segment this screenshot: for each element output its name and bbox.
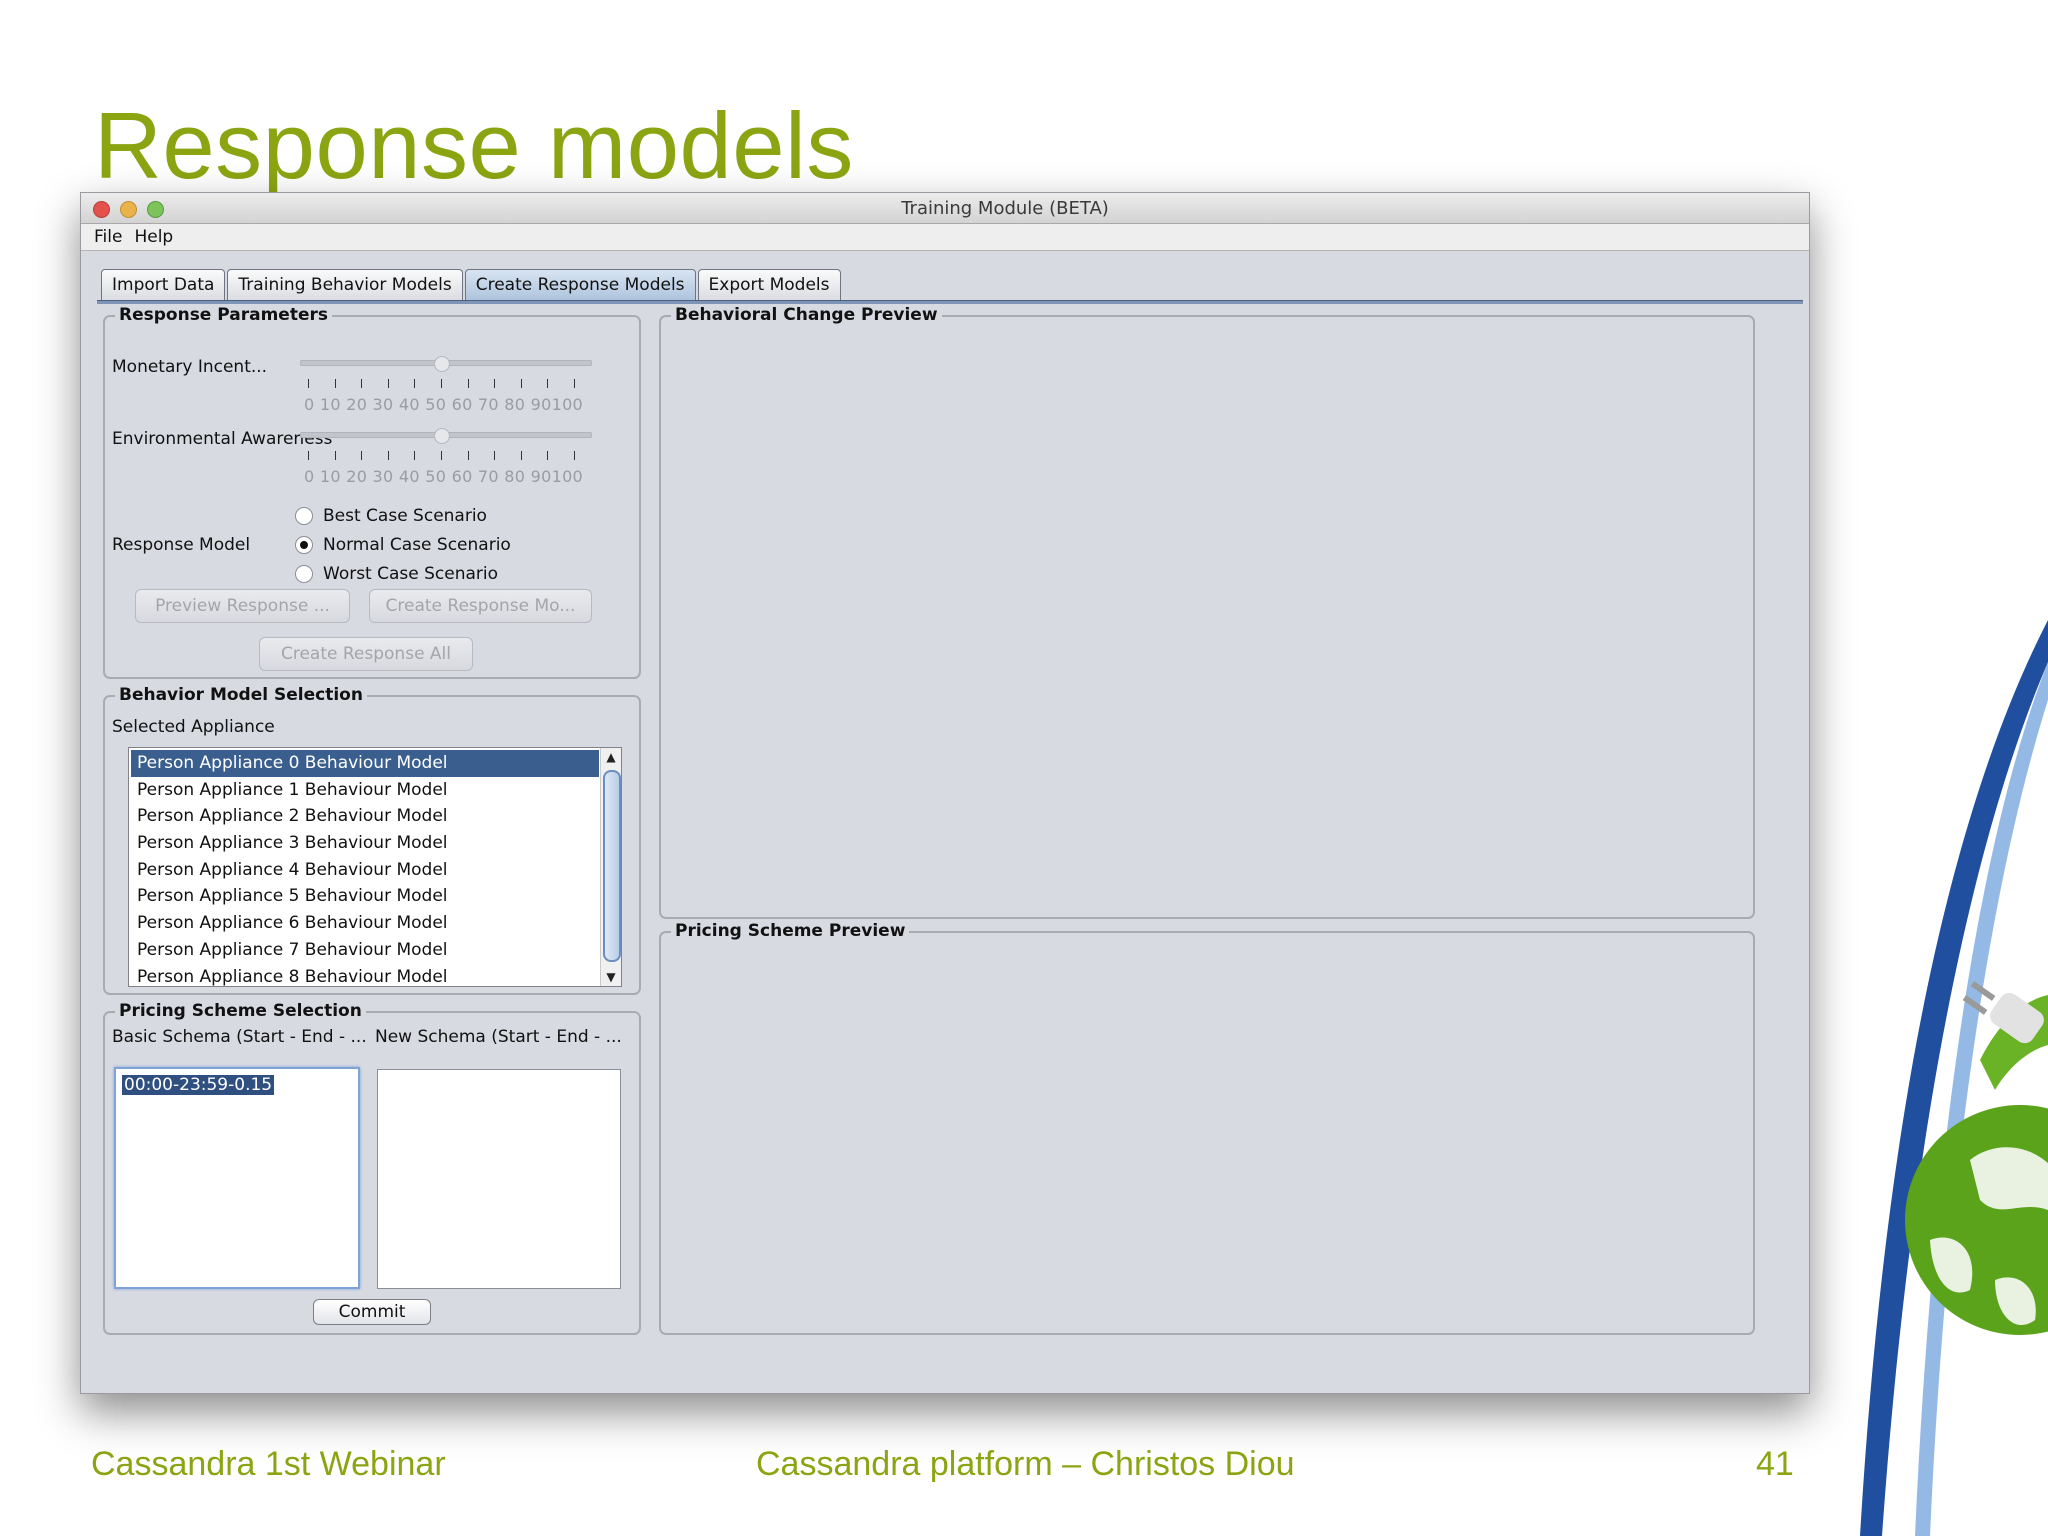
tab-import-data[interactable]: Import Data <box>101 269 226 300</box>
list-item[interactable]: Person Appliance 2 Behaviour Model <box>131 803 599 830</box>
footer-left: Cassandra 1st Webinar <box>91 1445 446 1483</box>
create-response-all-button[interactable]: Create Response All <box>259 637 473 671</box>
basic-schema-value: 00:00-23:59-0.15 <box>122 1075 275 1095</box>
best-case-label[interactable]: Best Case Scenario <box>323 506 487 526</box>
selected-appliance-label: Selected Appliance <box>112 717 275 737</box>
menubar: File Help <box>81 224 1809 251</box>
scroll-thumb[interactable] <box>603 770 621 962</box>
basic-schema-textarea[interactable]: 00:00-23:59-0.15 <box>114 1067 360 1289</box>
behavior-model-selection-title: Behavior Model Selection <box>115 685 367 705</box>
training-module-window: Training Module (BETA) File Help Import … <box>80 192 1810 1394</box>
menu-file[interactable]: File <box>94 227 122 247</box>
list-item[interactable]: Person Appliance 5 Behaviour Model <box>131 883 599 910</box>
pricing-scheme-selection-group: Pricing Scheme Selection Basic Schema (S… <box>103 1001 641 1335</box>
commit-button[interactable]: Commit <box>313 1299 431 1325</box>
list-item[interactable]: Person Appliance 3 Behaviour Model <box>131 830 599 857</box>
menu-help[interactable]: Help <box>134 227 173 247</box>
list-item[interactable]: Person Appliance 7 Behaviour Model <box>131 937 599 964</box>
list-item[interactable]: Person Appliance 6 Behaviour Model <box>131 910 599 937</box>
monetary-incentive-slider-thumb[interactable] <box>434 356 450 372</box>
pricing-scheme-selection-title: Pricing Scheme Selection <box>115 1001 366 1021</box>
best-case-radio[interactable] <box>295 507 313 525</box>
scroll-up-arrow-icon[interactable]: ▲ <box>601 748 621 766</box>
response-parameters-title: Response Parameters <box>115 305 332 325</box>
scroll-down-arrow-icon[interactable]: ▼ <box>601 968 621 986</box>
behavioral-change-preview-title: Behavioral Change Preview <box>671 305 942 325</box>
new-schema-textarea[interactable] <box>377 1069 621 1289</box>
tab-export-models[interactable]: Export Models <box>697 269 841 300</box>
tab-create-response-models[interactable]: Create Response Models <box>464 269 696 300</box>
window-titlebar[interactable]: Training Module (BETA) <box>81 193 1809 224</box>
new-schema-label: New Schema (Start - End - ... <box>375 1027 622 1047</box>
tab-training-behavior-models[interactable]: Training Behavior Models <box>227 269 463 300</box>
monetary-incentive-label: Monetary Incent... <box>112 357 268 377</box>
worst-case-radio[interactable] <box>295 565 313 583</box>
normal-case-label[interactable]: Normal Case Scenario <box>323 535 511 555</box>
environmental-tick-labels: 0 10 20 30 40 50 60 70 80 90100 <box>304 467 584 486</box>
basic-schema-label: Basic Schema (Start - End - ... <box>112 1027 367 1047</box>
globe-plug-decoration <box>1860 620 2048 1536</box>
list-scrollbar[interactable]: ▲ ▼ <box>600 748 621 986</box>
list-item[interactable]: Person Appliance 4 Behaviour Model <box>131 857 599 884</box>
pricing-scheme-preview-title: Pricing Scheme Preview <box>671 921 910 941</box>
preview-response-button[interactable]: Preview Response ... <box>135 589 350 623</box>
response-parameters-group: Response Parameters Monetary Incent... 0… <box>103 305 641 679</box>
page-number: 41 <box>1756 1445 1794 1483</box>
behavior-model-list[interactable]: Person Appliance 0 Behaviour Model Person… <box>128 747 622 987</box>
behavioral-change-preview-panel: Behavioral Change Preview <box>659 305 1755 919</box>
worst-case-label[interactable]: Worst Case Scenario <box>323 564 498 584</box>
footer-center: Cassandra platform – Christos Diou <box>756 1445 1295 1483</box>
tab-underline <box>97 300 1803 304</box>
behavior-model-selection-group: Behavior Model Selection Selected Applia… <box>103 685 641 995</box>
list-item[interactable]: Person Appliance 1 Behaviour Model <box>131 777 599 804</box>
normal-case-radio[interactable] <box>295 536 313 554</box>
tab-bar: Import Data Training Behavior Models Cre… <box>101 269 843 300</box>
list-item[interactable]: Person Appliance 0 Behaviour Model <box>131 750 599 777</box>
slide-title: Response models <box>94 93 854 198</box>
pricing-scheme-preview-panel: Pricing Scheme Preview <box>659 921 1755 1335</box>
environmental-awareness-slider-thumb[interactable] <box>434 428 450 444</box>
list-item[interactable]: Person Appliance 8 Behaviour Model <box>131 964 599 987</box>
create-response-model-button[interactable]: Create Response Mo... <box>369 589 592 623</box>
response-model-label: Response Model <box>112 535 251 555</box>
window-title: Training Module (BETA) <box>901 198 1109 219</box>
monetary-tick-labels: 0 10 20 30 40 50 60 70 80 90100 <box>304 395 584 414</box>
